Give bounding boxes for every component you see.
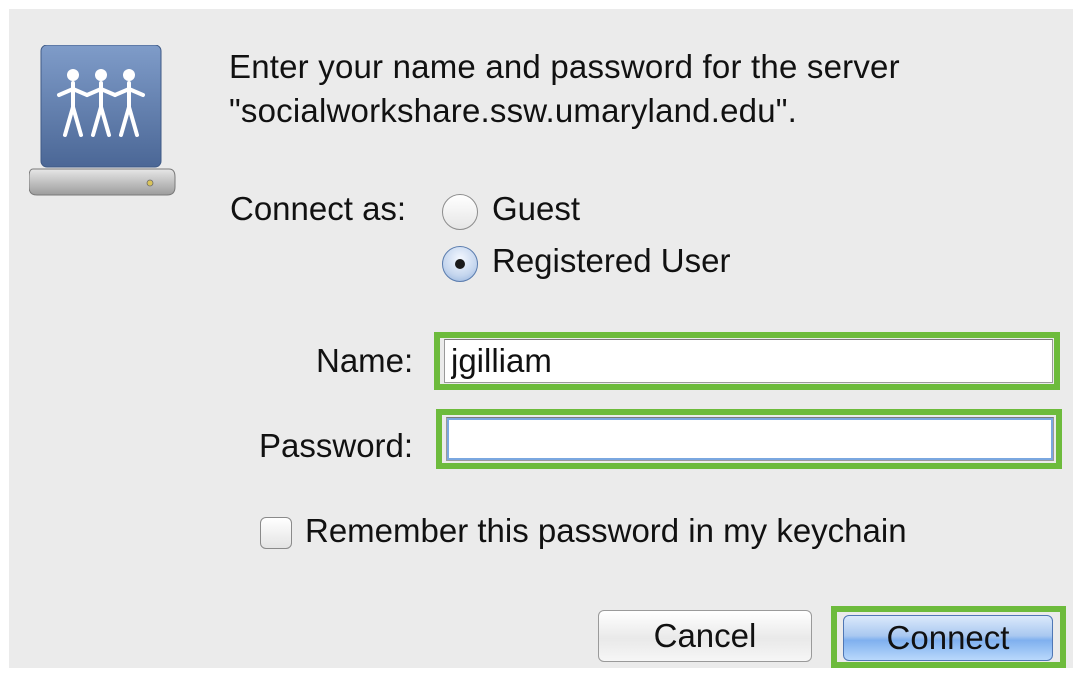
network-drive-icon — [29, 45, 176, 196]
prompt-line-1: Enter your name and password for the ser… — [229, 48, 900, 85]
name-field[interactable] — [444, 339, 1053, 383]
guest-radio[interactable] — [442, 194, 478, 230]
cancel-button[interactable]: Cancel — [598, 610, 812, 662]
password-field[interactable] — [446, 417, 1054, 461]
server-prompt: Enter your name and password for the ser… — [229, 45, 900, 133]
registered-user-radio-label[interactable]: Registered User — [492, 242, 730, 280]
connect-as-label: Connect as: — [230, 190, 407, 227]
prompt-line-2: "socialworkshare.ssw.umaryland.edu". — [229, 92, 798, 129]
registered-user-radio[interactable] — [442, 246, 478, 282]
name-label: Name: — [316, 342, 414, 379]
connect-button[interactable]: Connect — [843, 615, 1053, 661]
remember-password-checkbox[interactable] — [260, 517, 292, 549]
password-label: Password: — [259, 427, 414, 464]
connect-to-server-dialog: Enter your name and password for the ser… — [9, 9, 1073, 668]
guest-radio-label[interactable]: Guest — [492, 190, 580, 228]
remember-password-label[interactable]: Remember this password in my keychain — [305, 512, 907, 550]
